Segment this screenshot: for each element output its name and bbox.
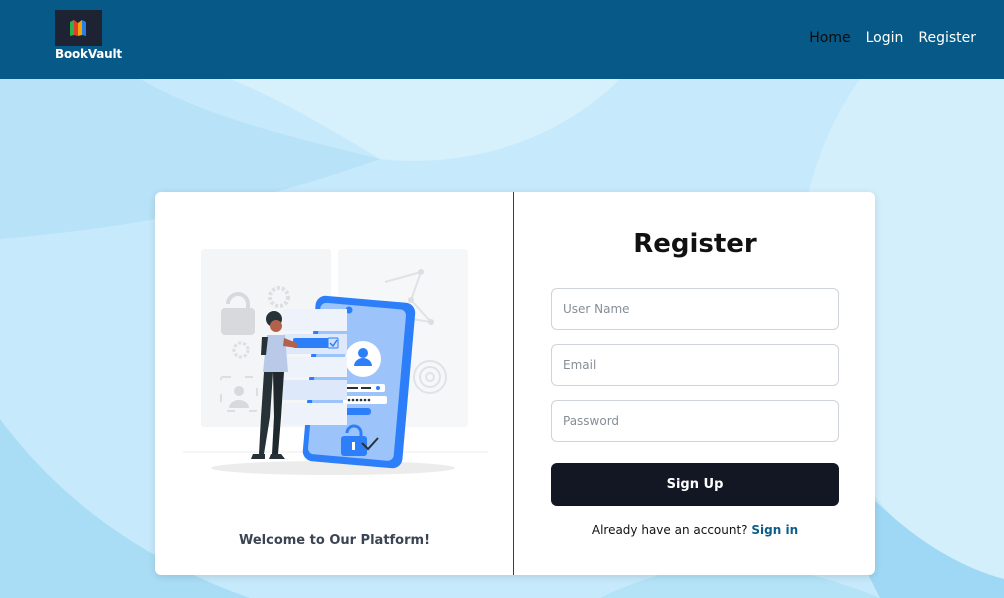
nav-register-link[interactable]: Register: [918, 30, 976, 46]
sign-in-prompt-text: Already have an account?: [591, 523, 748, 537]
password-input[interactable]: [551, 400, 839, 442]
sign-up-button[interactable]: Sign Up: [551, 463, 839, 506]
brand-name[interactable]: BookVault: [55, 47, 122, 61]
register-card: Welcome to Our Platform! Register Sign U…: [155, 192, 875, 575]
form-title: Register: [633, 229, 757, 259]
nav-login-link[interactable]: Login: [866, 30, 904, 46]
illustration-panel: Welcome to Our Platform!: [155, 192, 514, 575]
book-logo-icon[interactable]: [55, 10, 102, 46]
nav-home-link[interactable]: Home: [809, 30, 850, 46]
register-form-panel: Register Sign Up Already have an account…: [515, 192, 875, 575]
sign-in-link[interactable]: Sign in: [751, 523, 798, 537]
nav-links: Home Login Register: [809, 30, 976, 46]
sign-in-prompt: Already have an account? Sign in: [515, 523, 875, 537]
welcome-caption: Welcome to Our Platform!: [238, 533, 431, 548]
username-input[interactable]: [551, 288, 839, 330]
navbar: BookVault Home Login Register: [0, 0, 1004, 79]
email-input[interactable]: [551, 344, 839, 386]
security-illustration: [183, 249, 488, 475]
